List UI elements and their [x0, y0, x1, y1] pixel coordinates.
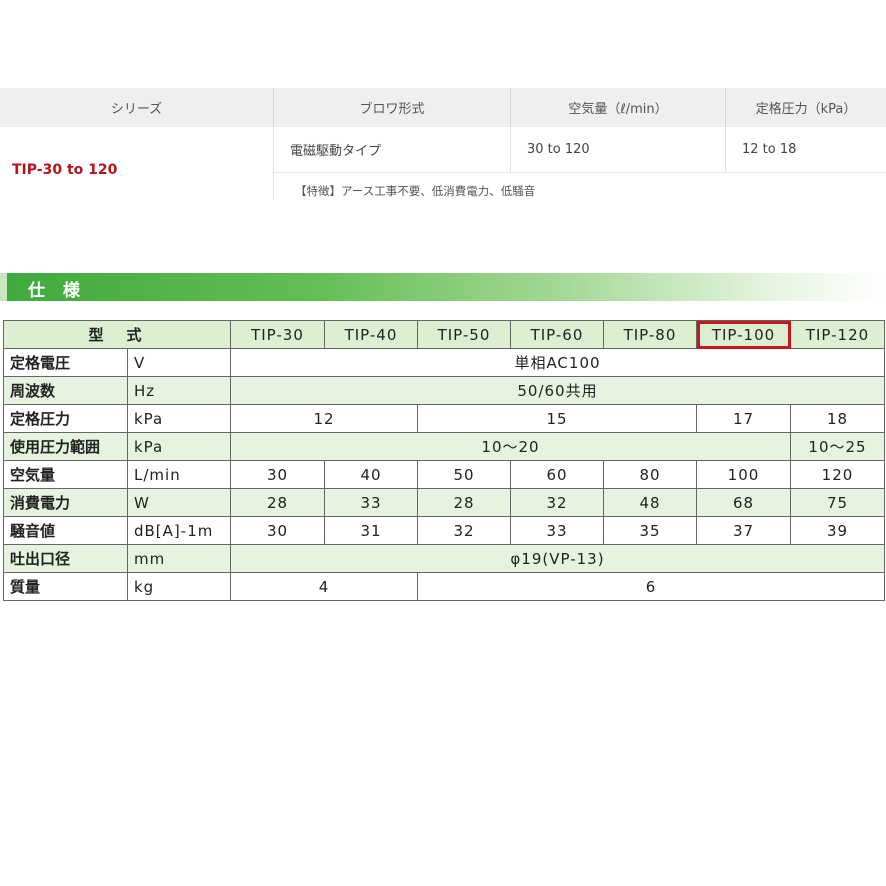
col-header-blower-type: ブロワ形式 [274, 88, 511, 127]
spec-value-cell: 15 [417, 404, 697, 433]
spec-value-cell: 6 [417, 572, 885, 601]
spec-table: 型 式 TIP-30 TIP-40 TIP-50 TIP-60 TIP-80 TIP-100… [3, 320, 885, 601]
spec-value-cell: 37 [696, 516, 791, 545]
spec-value-cell: 28 [230, 488, 325, 517]
spec-row-label: 周波数 [3, 376, 128, 405]
summary-divider [273, 127, 274, 200]
spec-row: 定格圧力 kPa 12 15 17 18 [3, 404, 885, 433]
col-header-air-volume: 空気量（ℓ/min） [511, 88, 726, 127]
spec-row-unit: Hz [127, 376, 231, 405]
spec-value-cell: 40 [324, 460, 418, 489]
model-header-label: 型 式 [3, 320, 231, 349]
spec-row-label: 使用圧力範囲 [3, 432, 128, 461]
spec-row-label: 吐出口径 [3, 544, 128, 573]
spec-row: 空気量 L/min 30 40 50 60 80 100 120 [3, 460, 885, 489]
model-tip-80: TIP-80 [603, 320, 697, 349]
spec-header-row: 型 式 TIP-30 TIP-40 TIP-50 TIP-60 TIP-80 TIP-100… [3, 320, 885, 349]
spec-row-label: 空気量 [3, 460, 128, 489]
spec-value-cell: 60 [510, 460, 604, 489]
series-name-link[interactable]: TIP-30 to 120 [12, 162, 117, 178]
series-summary-table: シリーズ ブロワ形式 空気量（ℓ/min） 定格圧力（kPa） TIP-30 t… [0, 88, 886, 200]
spec-section-heading: 仕 様 [0, 273, 886, 301]
spec-value-cell: 17 [696, 404, 791, 433]
spec-row: 騒音値 dB[A]-1m 30 31 32 33 35 37 39 [3, 516, 885, 545]
spec-row-label: 定格電圧 [3, 348, 128, 377]
model-tip-50: TIP-50 [417, 320, 511, 349]
spec-row-label: 定格圧力 [3, 404, 128, 433]
spec-value-cell: 50 [417, 460, 511, 489]
spec-row: 質量 kg 4 6 [3, 572, 885, 601]
spec-value-cell: 35 [603, 516, 697, 545]
spec-row-label: 消費電力 [3, 488, 128, 517]
summary-divider [274, 172, 886, 173]
spec-value-cell: 31 [324, 516, 418, 545]
model-tip-100: TIP-100 [696, 320, 791, 349]
model-tip-120: TIP-120 [790, 320, 885, 349]
spec-row: 周波数 Hz 50/60共用 [3, 376, 885, 405]
spec-row: 使用圧力範囲 kPa 10〜20 10〜25 [3, 432, 885, 461]
spec-row-unit: mm [127, 544, 231, 573]
spec-value-cell: 80 [603, 460, 697, 489]
spec-row-label: 質量 [3, 572, 128, 601]
spec-row-unit: L/min [127, 460, 231, 489]
spec-row: 消費電力 W 28 33 28 32 48 68 75 [3, 488, 885, 517]
spec-value-cell: 10〜25 [790, 432, 885, 461]
spec-row-label: 騒音値 [3, 516, 128, 545]
spec-value-cell: 10〜20 [230, 432, 791, 461]
spec-value-cell: 32 [417, 516, 511, 545]
heading-accent-bar [0, 273, 7, 301]
spec-row: 定格電圧 V 単相AC100 [3, 348, 885, 377]
air-volume-value: 30 to 120 [527, 141, 590, 157]
rated-pressure-value: 12 to 18 [742, 141, 797, 157]
spec-row: 吐出口径 mm φ19(VP-13) [3, 544, 885, 573]
col-header-rated-pressure: 定格圧力（kPa） [726, 88, 886, 127]
model-tip-30: TIP-30 [230, 320, 325, 349]
features-note: 【特徴】アース工事不要、低消費電力、低騒音 [295, 184, 536, 198]
model-tip-60: TIP-60 [510, 320, 604, 349]
spec-row-unit: kg [127, 572, 231, 601]
summary-divider [510, 127, 511, 172]
spec-value-cell: 33 [510, 516, 604, 545]
spec-value-cell: 39 [790, 516, 885, 545]
model-tip-40: TIP-40 [324, 320, 418, 349]
spec-value-cell: 30 [230, 516, 325, 545]
spec-value-cell: 18 [790, 404, 885, 433]
spec-value-cell: 50/60共用 [230, 376, 885, 405]
spec-value-cell: 4 [230, 572, 418, 601]
spec-value-cell: 75 [790, 488, 885, 517]
spec-row-unit: W [127, 488, 231, 517]
summary-divider [725, 127, 726, 172]
spec-value-cell: 単相AC100 [230, 348, 885, 377]
blower-type-value: 電磁駆動タイプ [290, 143, 382, 159]
spec-value-cell: 30 [230, 460, 325, 489]
spec-value-cell: 28 [417, 488, 511, 517]
spec-value-cell: 32 [510, 488, 604, 517]
spec-row-unit: kPa [127, 404, 231, 433]
spec-value-cell: 12 [230, 404, 418, 433]
spec-value-cell: 68 [696, 488, 791, 517]
spec-row-unit: V [127, 348, 231, 377]
spec-row-unit: kPa [127, 432, 231, 461]
spec-value-cell: 33 [324, 488, 418, 517]
spec-section-title: 仕 様 [28, 281, 86, 301]
col-header-series: シリーズ [0, 88, 274, 127]
spec-row-unit: dB[A]-1m [127, 516, 231, 545]
spec-value-cell: 100 [696, 460, 791, 489]
spec-value-cell: 120 [790, 460, 885, 489]
spec-value-cell: 48 [603, 488, 697, 517]
spec-value-cell: φ19(VP-13) [230, 544, 885, 573]
